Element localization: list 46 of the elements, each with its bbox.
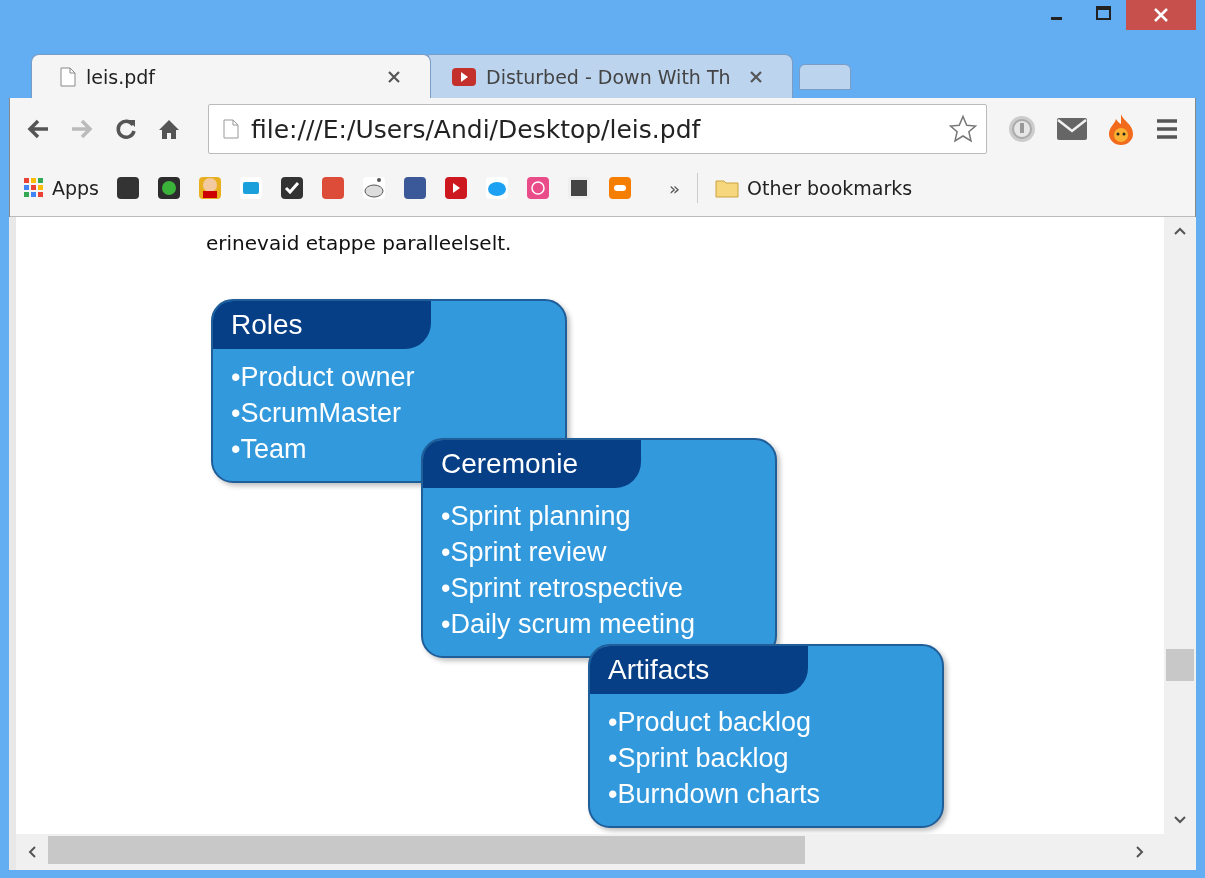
list-item: •Daily scrum meeting xyxy=(441,608,696,641)
address-field[interactable]: file:///E:/Users/Andi/Desktop/leis.pdf xyxy=(208,104,987,154)
flame-icon[interactable] xyxy=(1107,113,1135,145)
menu-icon[interactable] xyxy=(1155,118,1179,140)
close-icon[interactable] xyxy=(750,70,762,83)
list-item: •Burndown charts xyxy=(608,778,821,811)
vertical-scrollbar[interactable] xyxy=(1164,217,1196,834)
reload-icon[interactable] xyxy=(114,117,138,141)
bookmark-icon[interactable] xyxy=(280,176,305,200)
mail-icon[interactable] xyxy=(1057,118,1087,140)
close-icon[interactable] xyxy=(388,70,400,83)
address-text: file:///E:/Users/Andi/Desktop/leis.pdf xyxy=(251,114,702,144)
bookmark-icon[interactable] xyxy=(116,176,141,200)
scroll-thumb[interactable] xyxy=(48,836,805,864)
bookmark-icon[interactable] xyxy=(157,176,182,200)
list-item: •Sprint planning xyxy=(441,500,631,533)
tab-title: Disturbed - Down With Th xyxy=(486,65,732,88)
apps-button[interactable]: Apps xyxy=(24,177,100,199)
bookmark-icon[interactable] xyxy=(403,176,428,200)
overflow-button[interactable]: » xyxy=(669,177,681,199)
list-item: •ScrumMaster xyxy=(231,397,401,430)
card-title: Roles xyxy=(213,301,431,349)
back-icon[interactable] xyxy=(26,118,50,140)
star-icon[interactable] xyxy=(948,114,978,144)
bookmark-icon[interactable] xyxy=(567,176,592,200)
scroll-thumb[interactable] xyxy=(1166,649,1194,681)
grid-icon xyxy=(24,178,44,198)
play-icon xyxy=(452,67,476,86)
list-item: •Sprint backlog xyxy=(608,742,789,775)
other-bookmarks-button[interactable]: Other bookmarks xyxy=(715,177,913,199)
list-item: •Sprint retrospective xyxy=(441,572,684,605)
list-item: •Sprint review xyxy=(441,536,607,569)
close-icon[interactable] xyxy=(1126,0,1196,30)
bookmark-icon[interactable] xyxy=(444,176,469,200)
paragraph-text: erinevaid etappe paralleelselt. xyxy=(206,231,512,255)
document-icon xyxy=(60,66,76,87)
list-item: •Product backlog xyxy=(608,706,812,739)
card-title: Ceremonie xyxy=(423,440,641,488)
home-icon[interactable] xyxy=(158,118,180,140)
tab-title: leis.pdf xyxy=(86,65,157,88)
document-icon xyxy=(223,119,239,139)
browser-tab[interactable]: leis.pdf xyxy=(31,54,431,98)
card-title: Artifacts xyxy=(590,646,808,694)
folder-icon xyxy=(715,178,740,198)
list-item: •Product owner xyxy=(231,361,415,394)
list-item: •Team xyxy=(231,433,307,466)
